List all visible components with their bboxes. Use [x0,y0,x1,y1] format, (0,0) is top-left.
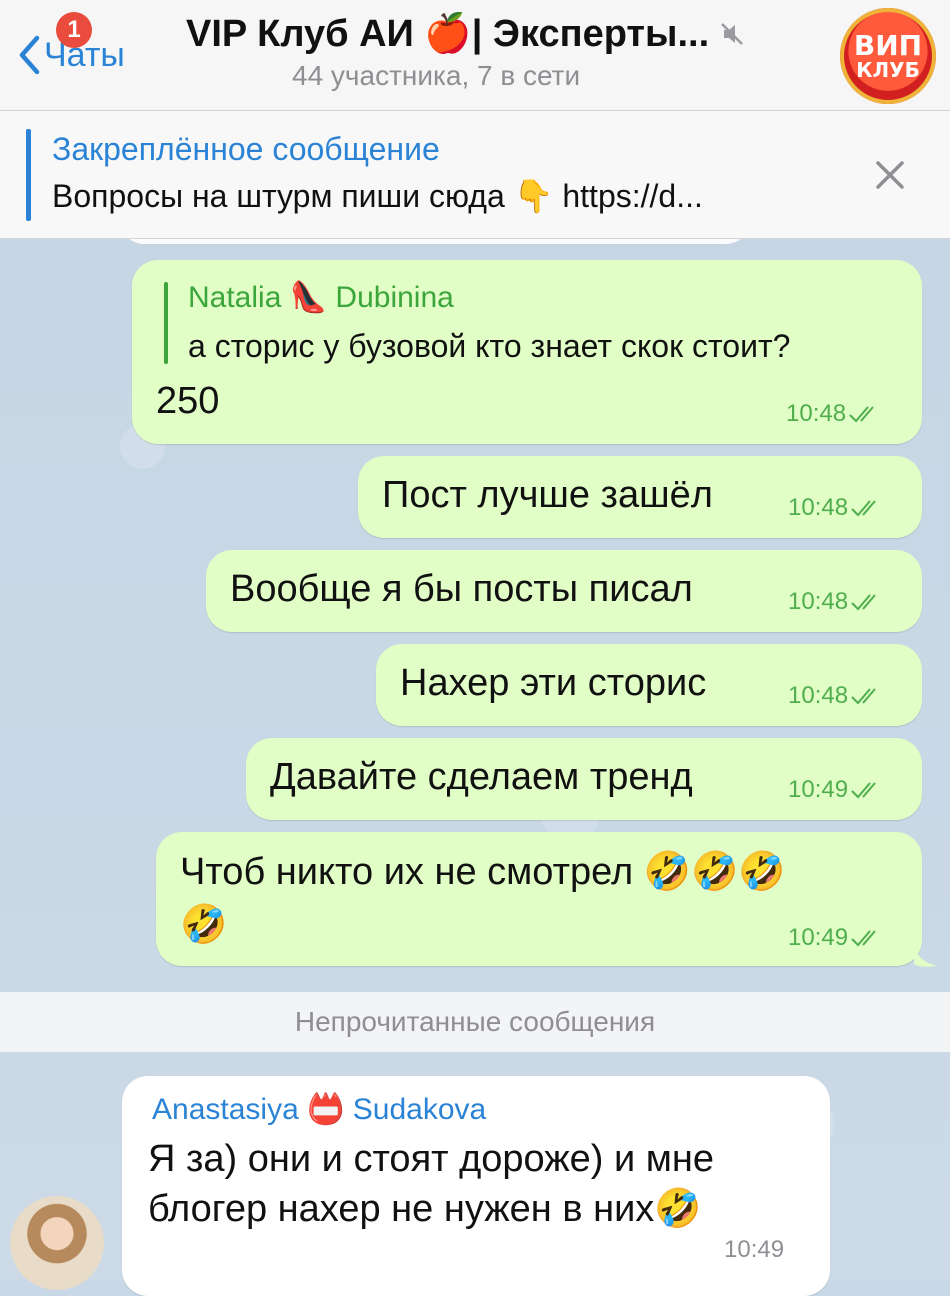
double-check-icon [851,500,876,517]
logo-line2: КЛУБ [856,58,920,82]
message-time: 10:49 [788,924,884,952]
outgoing-message[interactable]: Давайте сделаем тренд 10:49 [246,738,922,820]
sender-name[interactable]: Anastasiya 📛 Sudakova [152,1092,486,1127]
message-time: 10:48 [788,494,884,522]
double-check-icon [851,688,876,705]
chat-title: VIP Клуб АИ 🍎| Эксперты... [186,13,710,55]
message-text: 250 [156,380,220,422]
reply-bar [164,282,168,364]
chat-header: Чаты 1 VIP Клуб АИ 🍎| Эксперты... 44 уча… [0,0,950,111]
outgoing-message[interactable]: Natalia 👠 Dubinina а сторис у бузовой кт… [132,260,922,444]
message-text: Я за) они и стоят дороже) и мне блогер н… [148,1134,808,1234]
message-time: 10:48 [786,400,882,428]
reply-sender-name: Natalia 👠 Dubinina [188,281,454,314]
outgoing-message[interactable]: Вообще я бы посты писал 10:48 [206,550,922,632]
chat-title-area[interactable]: VIP Клуб АИ 🍎| Эксперты... 44 участника,… [186,12,806,92]
pinned-title: Закреплённое сообщение [52,131,440,167]
message-line1: Я за) они и стоят дороже) и мне [148,1138,715,1180]
message-time: 10:48 [788,588,884,616]
chat-subtitle: 44 участника, 7 в сети [292,60,581,91]
double-check-icon [851,594,876,611]
message-text: Нахер эти сторис [400,662,707,704]
time-label: 10:49 [788,924,849,951]
pinned-text: Вопросы на штурм пиши сюда 👇 https://d..… [52,178,703,214]
outgoing-message[interactable]: Чтоб никто их не смотрел 🤣🤣🤣 🤣 10:49 [156,832,922,966]
logo-line1: ВИП [853,29,923,62]
reply-quote-text: а сторис у бузовой кто знает скок стоит? [188,328,791,364]
muted-icon [721,23,744,45]
unread-divider: Непрочитанные сообщения [0,992,950,1052]
message-time: 10:49 [788,776,884,804]
double-check-icon [851,782,876,799]
incoming-message[interactable]: Anastasiya 📛 Sudakova Я за) они и стоят … [122,1076,830,1296]
pinned-accent-bar [26,129,31,221]
time-label: 10:48 [786,400,847,427]
message-text: Вообще я бы посты писал [230,568,693,610]
time-label: 10:48 [788,682,849,709]
message-time: 10:49 [724,1236,785,1263]
double-check-icon [851,930,876,947]
time-label: 10:48 [788,494,849,521]
message-text: Пост лучше зашёл [382,474,713,516]
pinned-message[interactable]: Закреплённое сообщение Вопросы на штурм … [0,111,950,239]
back-button[interactable]: Чаты 1 [18,12,125,80]
double-check-icon [849,406,874,423]
bubble-tail [914,942,938,967]
message-text: Давайте сделаем тренд [270,756,693,798]
outgoing-message[interactable]: Пост лучше зашёл 10:48 [358,456,922,538]
message-line2: блогер нахер не нужен в них🤣 [148,1188,702,1230]
sender-avatar[interactable] [10,1196,104,1290]
close-icon[interactable] [870,155,910,195]
message-time: 10:48 [788,682,884,710]
group-avatar[interactable]: ВИП КЛУБ [840,8,936,104]
time-label: 10:48 [788,588,849,615]
time-label: 10:49 [788,776,849,803]
unread-badge: 1 [56,12,92,48]
message-text: Чтоб никто их не смотрел 🤣🤣🤣 [180,851,786,893]
message-text-line2: 🤣 [180,902,228,946]
outgoing-message[interactable]: Нахер эти сторис 10:48 [376,644,922,726]
chevron-left-icon [19,35,40,75]
